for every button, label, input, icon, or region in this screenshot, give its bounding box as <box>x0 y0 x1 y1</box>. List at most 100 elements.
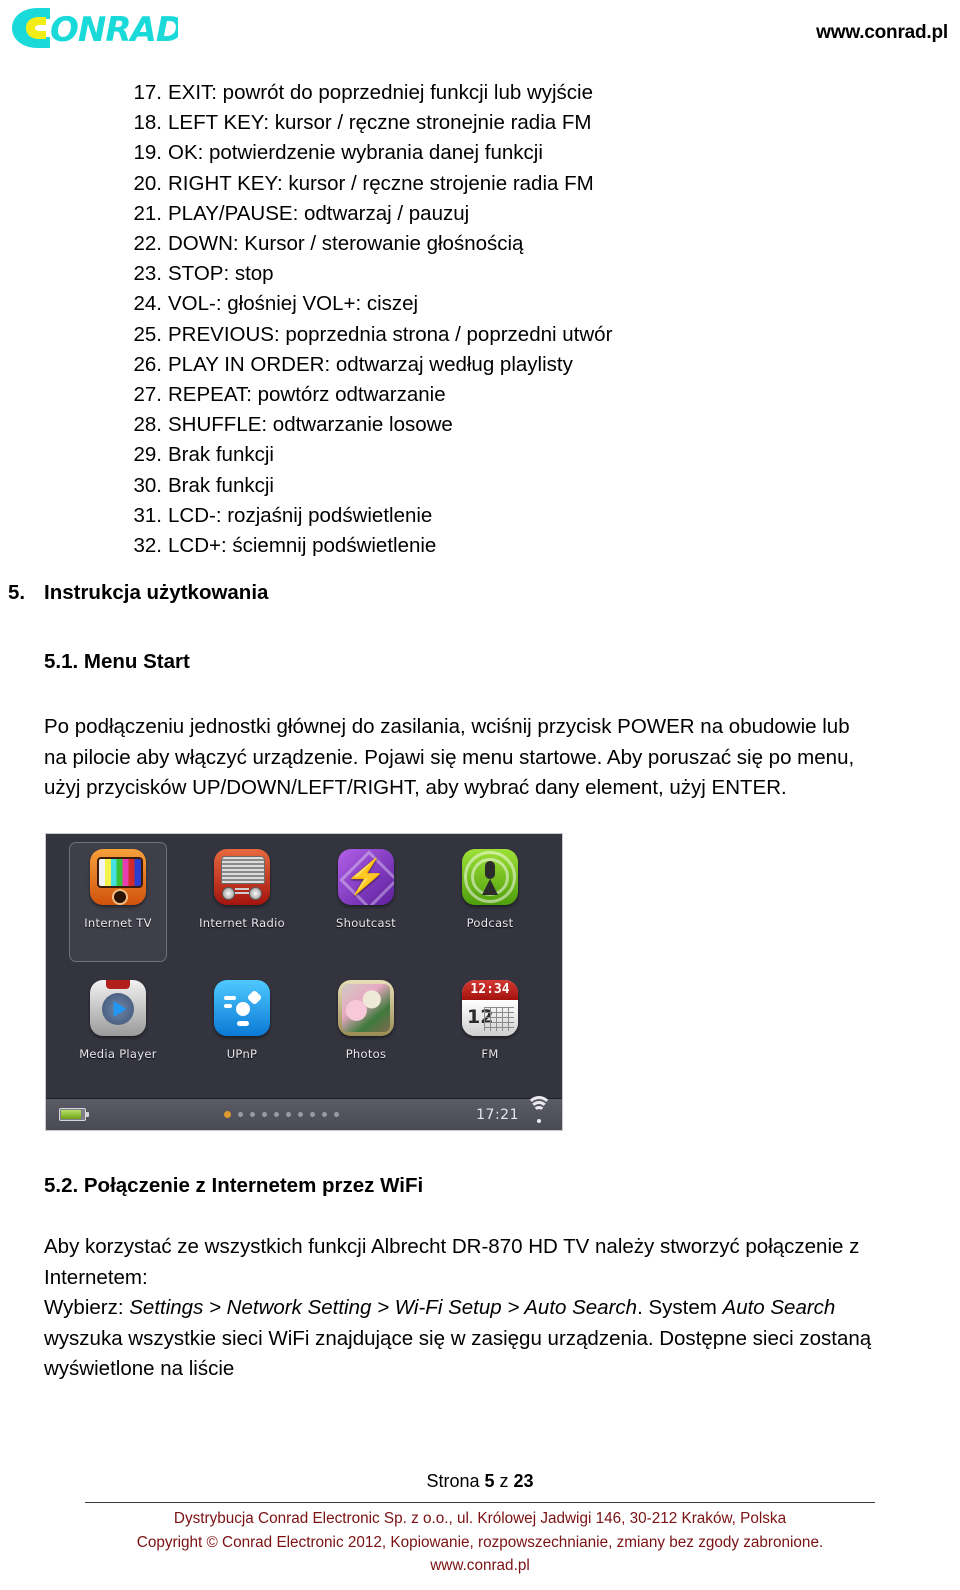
list-item-number: 26. <box>133 352 163 376</box>
list-item-text: REPEAT: powtórz odtwarzanie <box>168 383 446 407</box>
footer-line-url: www.conrad.pl <box>430 1557 530 1574</box>
list-item: 22. DOWN: Kursor / sterowanie głośnością <box>128 229 728 259</box>
list-item-text: PLAY/PAUSE: odtwarzaj / pauzuj <box>168 201 470 225</box>
page-prefix: Strona <box>426 1471 485 1491</box>
list-item-number: 30. <box>133 473 163 497</box>
footer-line-distributor: Dystrybucja Conrad Electronic Sp. z o.o.… <box>173 1510 787 1527</box>
list-item: 21. PLAY/PAUSE: odtwarzaj / pauzuj <box>128 199 728 229</box>
header-url: www.conrad.pl <box>816 22 948 43</box>
page-dot[interactable] <box>273 1112 279 1117</box>
footer-line-copyright: Copyright © Conrad Electronic 2012, Kopi… <box>136 1533 824 1551</box>
podcast-icon <box>462 849 518 905</box>
paragraph-line: Aby korzystać ze wszystkich funkcji Albr… <box>44 1235 860 1258</box>
list-item-text: EXIT: powrót do poprzedniej funkcji lub … <box>168 81 594 104</box>
photos-icon <box>338 979 394 1036</box>
device-menu-item-internet-radio[interactable]: Internet Radio <box>180 838 304 969</box>
page-dot[interactable] <box>237 1112 243 1117</box>
list-item-text: Brak funkcji <box>168 473 274 497</box>
section-5-heading: 5. Instrukcja użytkowania <box>8 581 268 605</box>
paragraph-line: wyświetlone na liście <box>44 1357 235 1380</box>
list-item-text: LEFT KEY: kursor / ręczne stronejnie rad… <box>168 111 592 135</box>
svg-text:ONRAD: ONRAD <box>50 10 178 50</box>
paragraph-line: na pilocie aby włączyć urządzenie. Pojaw… <box>44 745 855 769</box>
page-dot[interactable] <box>285 1112 291 1117</box>
list-item-number: 28. <box>133 413 163 437</box>
device-menu-item-photos[interactable]: Photos <box>304 969 428 1100</box>
list-item-number: 27. <box>133 383 163 407</box>
list-item: 29. Brak funkcji <box>128 440 728 470</box>
list-item-text: RIGHT KEY: kursor / ręczne strojenie rad… <box>168 171 594 195</box>
internet-tv-icon <box>90 849 146 905</box>
list-item-number: 23. <box>133 262 163 286</box>
list-item: 32. LCD+: ściemnij podświetlenie <box>128 531 728 561</box>
section-5-number: 5. <box>8 581 26 604</box>
list-item-text: VOL-: głośniej VOL+: ciszej <box>168 292 419 316</box>
page-dot[interactable] <box>297 1112 303 1117</box>
list-item-text: DOWN: Kursor / sterowanie głośnością <box>168 232 524 256</box>
device-icon-grid: Internet TV Internet Radio ⚡ Shoutcast P… <box>46 834 562 1099</box>
list-item-text: PREVIOUS: poprzednia strona / poprzedni … <box>168 322 613 346</box>
list-item: 28. SHUFFLE: odtwarzanie losowe <box>128 410 728 440</box>
list-item: 18. LEFT KEY: kursor / ręczne stronejnie… <box>128 108 728 138</box>
page-dot[interactable] <box>309 1112 315 1117</box>
list-item-number: 20. <box>133 171 163 195</box>
section-5-2-heading: 5.2. Połączenie z Internetem przez WiFi <box>44 1174 424 1197</box>
list-item: 31. LCD-: rozjaśnij podświetlenie <box>128 501 728 531</box>
list-item-text: LCD+: ściemnij podświetlenie <box>168 534 437 558</box>
device-menu-item-internet-tv[interactable]: Internet TV <box>56 838 180 969</box>
device-menu-item-upnp[interactable]: UPnP <box>180 969 304 1100</box>
list-item-number: 24. <box>133 292 163 316</box>
page-number: Strona 5 z 23 <box>0 1471 960 1492</box>
settings-path-mid: . System <box>637 1296 723 1319</box>
device-menu-item-podcast[interactable]: Podcast <box>428 838 552 969</box>
paragraph-line: użyj przycisków UP/DOWN/LEFT/RIGHT, aby … <box>44 776 787 799</box>
list-item-number: 22. <box>133 232 163 256</box>
device-menu-item-fm[interactable]: 12:34 12 FM <box>428 969 552 1100</box>
list-item-text: PLAY IN ORDER: odtwarzaj według playlist… <box>168 352 573 376</box>
list-item: 19. OK: potwierdzenie wybrania danej fun… <box>128 138 728 168</box>
device-menu-label: Photos <box>345 1046 387 1061</box>
list-item-text: OK: potwierdzenie wybrania danej funkcji <box>168 141 543 165</box>
list-item: 25. PREVIOUS: poprzednia strona / poprze… <box>128 320 728 350</box>
page-dot-active[interactable] <box>223 1111 231 1118</box>
conrad-logo: ONRAD <box>8 4 178 52</box>
wifi-icon <box>526 1096 552 1123</box>
settings-path-prefix: Wybierz: <box>44 1296 130 1319</box>
list-item: 17. EXIT: powrót do poprzedniej funkcji … <box>128 78 728 108</box>
list-item: 23. STOP: stop <box>128 259 728 289</box>
device-status-bar: 17:21 <box>46 1096 562 1130</box>
list-item-number: 31. <box>133 503 163 527</box>
list-item-number: 25. <box>133 322 163 346</box>
list-item-text: STOP: stop <box>168 262 274 286</box>
paragraph-line: Wybierz: Settings > Network Setting > Wi… <box>44 1293 871 1324</box>
fm-icon-time: 12:34 <box>462 979 518 1000</box>
list-item: 20. RIGHT KEY: kursor / ręczne strojenie… <box>128 169 728 199</box>
page-total: 23 <box>513 1471 534 1491</box>
page-dot[interactable] <box>333 1112 339 1117</box>
device-menu-item-shoutcast[interactable]: ⚡ Shoutcast <box>304 838 428 969</box>
device-menu-label: Shoutcast <box>336 916 396 930</box>
device-menu-label: Internet Radio <box>199 916 285 930</box>
section-5-2-paragraph: Aby korzystać ze wszystkich funkcji Albr… <box>44 1232 871 1385</box>
list-item-text: LCD-: rozjaśnij podświetlenie <box>168 503 433 527</box>
page-dot[interactable] <box>321 1112 327 1117</box>
media-player-icon <box>90 979 146 1036</box>
list-item-text: SHUFFLE: odtwarzanie losowe <box>168 413 453 437</box>
device-menu-item-media-player[interactable]: Media Player <box>56 969 180 1100</box>
page-dot[interactable] <box>249 1112 255 1117</box>
internet-radio-icon <box>214 849 270 905</box>
shoutcast-icon: ⚡ <box>338 849 394 905</box>
section-5-1-paragraph: Po podłączeniu jednostki głównej do zasi… <box>44 712 854 804</box>
page-indicator-dots <box>86 1111 476 1118</box>
device-clock: 17:21 <box>476 1106 519 1123</box>
list-item: 30. Brak funkcji <box>128 471 728 501</box>
page-dot[interactable] <box>261 1112 267 1117</box>
auto-search-emphasis: Auto Search <box>722 1296 836 1319</box>
device-menu-label: Media Player <box>79 1046 157 1061</box>
fm-icon: 12:34 12 <box>462 979 518 1036</box>
section-5-1-heading: 5.1. Menu Start <box>44 650 190 673</box>
device-start-menu-screenshot: Internet TV Internet Radio ⚡ Shoutcast P… <box>45 833 563 1131</box>
device-menu-label: Internet TV <box>84 916 152 930</box>
paragraph-line: Internetem: <box>44 1265 148 1289</box>
list-item: 26. PLAY IN ORDER: odtwarzaj według play… <box>128 350 728 380</box>
